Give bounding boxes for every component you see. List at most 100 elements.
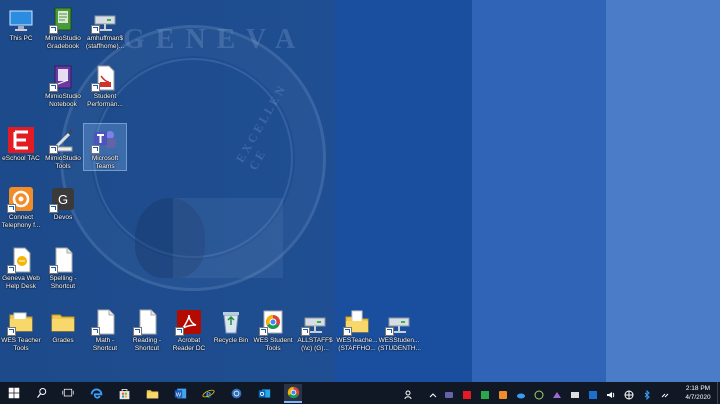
- taskbar-store[interactable]: [116, 385, 132, 401]
- task-view-button[interactable]: [60, 385, 76, 401]
- tray-app-purple-icon[interactable]: [552, 387, 562, 398]
- mimio-pen-icon: [49, 126, 77, 154]
- desktop-icon-wes-student-tools[interactable]: WES Student Tools: [252, 306, 294, 353]
- chrome-icon: [287, 386, 299, 399]
- taskbar-chrome[interactable]: [284, 384, 302, 403]
- desktop-icon-math-shortcut[interactable]: Math - Shortcut: [84, 306, 126, 353]
- shortcut-arrow-icon: [301, 327, 310, 336]
- folder-document-icon: [343, 308, 371, 336]
- taskbar-word[interactable]: W: [172, 385, 188, 401]
- shortcut-arrow-icon: [91, 25, 100, 34]
- folder-icon: [146, 389, 158, 398]
- tray-app-orange-icon[interactable]: [498, 387, 508, 399]
- desktop-icon-this-pc[interactable]: This PC: [0, 4, 42, 43]
- search-button[interactable]: [34, 385, 50, 401]
- desktop-icon-mimio-tools[interactable]: MimioStudio Tools: [42, 124, 84, 171]
- desktop-icon-reading-shortcut[interactable]: Reading - Shortcut: [126, 306, 168, 353]
- shortcut-arrow-icon: [259, 327, 268, 336]
- desktop-icon-mimio-gradebook[interactable]: MimioStudio Gradebook: [42, 4, 84, 51]
- desktop-icon-geneva-help-desk[interactable]: Geneva Web Help Desk: [0, 244, 42, 291]
- shortcut-arrow-icon: [49, 204, 58, 213]
- network-drive-icon: [385, 308, 413, 336]
- svg-text:W: W: [175, 392, 181, 398]
- folder-icon: [49, 308, 77, 336]
- clock-time: 2:18 PM: [685, 385, 711, 392]
- shortcut-arrow-icon: [7, 204, 16, 213]
- desktop-icon-microsoft-teams[interactable]: Microsoft Teams: [83, 123, 127, 171]
- acrobat-icon: [175, 308, 203, 336]
- store-bag-icon: [119, 388, 129, 399]
- notebook-icon: [49, 64, 77, 92]
- taskbar-internet-explorer[interactable]: e: [200, 385, 216, 401]
- search-icon: [37, 388, 47, 398]
- desktop-icon-amhuffman-drive[interactable]: amhuffman$ (staffhome)...: [84, 4, 126, 51]
- shortcut-arrow-icon: [385, 327, 394, 336]
- blank-document-icon: [91, 308, 119, 336]
- tray-app-white-icon[interactable]: [570, 387, 580, 398]
- desktop-icon-connect-telephony[interactable]: Connect Telephony f...: [0, 183, 42, 230]
- windows-logo-icon: [8, 387, 20, 399]
- blank-document-icon: [49, 246, 77, 274]
- outlook-icon: [258, 388, 270, 398]
- shortcut-arrow-icon: [133, 327, 142, 336]
- shoretel-connect-icon: [7, 185, 35, 213]
- shortcut-arrow-icon: [7, 327, 16, 336]
- tray-app-blue-icon[interactable]: [588, 387, 598, 399]
- desktop-icon-student-performance[interactable]: Student Performan...: [84, 62, 126, 109]
- network-globe-icon[interactable]: [624, 387, 634, 400]
- desktop-icon-devos[interactable]: G Devos: [42, 183, 84, 222]
- seal-text-top: G E N E V A: [123, 24, 298, 55]
- internet-explorer-icon: e: [201, 388, 215, 400]
- task-view-icon: [62, 388, 74, 397]
- shortcut-arrow-icon: [7, 265, 16, 274]
- bluetooth-icon[interactable]: [642, 387, 652, 401]
- eschool-logo-icon: [7, 126, 35, 154]
- taskbar: W e 2:18 PM 4/7/2020: [0, 382, 720, 404]
- monitor-icon: [7, 6, 35, 34]
- volume-icon[interactable]: [606, 387, 616, 398]
- tray-teams-icon[interactable]: [444, 387, 454, 398]
- tray-app-green-icon[interactable]: [480, 387, 490, 399]
- tray-app-circle-icon[interactable]: [534, 387, 544, 400]
- desktop-icon-mimio-notebook[interactable]: MimioStudio Notebook: [42, 62, 84, 109]
- sync-app-icon: [231, 388, 241, 398]
- people-icon[interactable]: [404, 387, 414, 400]
- recycle-bin-icon: [217, 308, 245, 336]
- chrome-icon: [259, 308, 287, 336]
- desktop-icon-acrobat-reader[interactable]: Acrobat Reader DC: [168, 306, 210, 353]
- devos-g-icon: G: [49, 185, 77, 213]
- pdf-file-icon: [91, 64, 119, 92]
- taskbar-file-explorer[interactable]: [144, 385, 160, 401]
- tray-app-red-icon[interactable]: [462, 387, 472, 399]
- desktop-icon-spelling-shortcut[interactable]: Spelling - Shortcut: [42, 244, 84, 291]
- gradebook-icon: [49, 6, 77, 34]
- desktop-icon-wes-student-drive[interactable]: WESStuden... (STUDENTH...: [378, 306, 421, 353]
- desktop-icon-grades[interactable]: Grades: [42, 306, 84, 345]
- word-icon: W: [174, 388, 186, 398]
- blank-document-icon: [133, 308, 161, 336]
- shortcut-arrow-icon: [49, 83, 58, 92]
- desktop-icon-allstaff-drive[interactable]: ALLSTAFF$ (\\c) (G)...: [294, 306, 336, 353]
- teams-icon: [91, 126, 119, 154]
- taskbar-app-1[interactable]: [228, 385, 244, 401]
- clock-date: 4/7/2020: [685, 394, 711, 401]
- taskbar-outlook[interactable]: [256, 385, 272, 401]
- onedrive-icon[interactable]: [516, 387, 526, 399]
- network-drive-icon: [301, 308, 329, 336]
- shortcut-arrow-icon: [91, 327, 100, 336]
- desktop-icon-eschool-tac[interactable]: eSchool TAC: [0, 124, 42, 163]
- taskbar-clock[interactable]: 2:18 PM 4/7/2020: [678, 384, 718, 402]
- taskbar-edge[interactable]: [88, 385, 104, 401]
- start-button[interactable]: [6, 385, 22, 401]
- show-hidden-icons-button[interactable]: [428, 387, 438, 398]
- desktop-icon-wes-teacher-drive[interactable]: WESTeache... (STAFFHO...: [336, 306, 378, 353]
- shortcut-arrow-icon: [343, 327, 352, 336]
- desktop-icon-wes-teacher-tools[interactable]: WES Teacher Tools: [0, 306, 42, 353]
- desktop-icon-recycle-bin[interactable]: Recycle Bin: [210, 306, 252, 345]
- svg-text:G: G: [58, 192, 68, 207]
- link-icon[interactable]: [660, 387, 670, 398]
- shortcut-arrow-icon: [49, 265, 58, 274]
- shortcut-arrow-icon: [91, 83, 100, 92]
- desktop: G E N E V A E X C E L L E N C E This PC …: [0, 0, 720, 382]
- shortcut-arrow-icon: [49, 25, 58, 34]
